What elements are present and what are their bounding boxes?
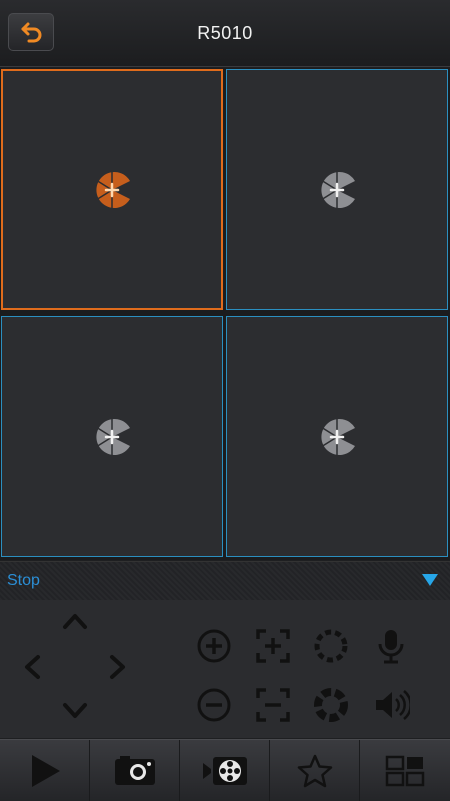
video-slot-2[interactable] xyxy=(226,69,448,310)
bottom-toolbar xyxy=(0,739,450,801)
play-button[interactable] xyxy=(0,740,90,801)
focus-near-icon[interactable] xyxy=(254,627,292,665)
video-grid xyxy=(0,68,450,560)
control-panel xyxy=(0,600,450,738)
video-slot-3[interactable] xyxy=(1,316,223,557)
video-slot-1[interactable] xyxy=(1,69,223,310)
status-text: Stop xyxy=(7,572,40,589)
add-camera-icon[interactable] xyxy=(92,170,132,210)
status-bar: Stop xyxy=(0,561,450,600)
snapshot-button[interactable] xyxy=(90,740,180,801)
microphone-icon[interactable] xyxy=(372,627,410,665)
page-title: R5010 xyxy=(197,23,253,43)
ptz-right-icon[interactable] xyxy=(107,654,129,680)
iris-open-icon[interactable] xyxy=(312,627,350,665)
layout-icon xyxy=(385,755,425,786)
expand-arrow-icon[interactable] xyxy=(422,574,438,586)
record-button[interactable] xyxy=(180,740,270,801)
play-icon xyxy=(31,754,60,787)
add-camera-icon[interactable] xyxy=(317,170,357,210)
layout-button[interactable] xyxy=(360,740,450,801)
record-icon xyxy=(202,756,247,785)
iris-close-icon[interactable] xyxy=(312,686,350,724)
favorite-star-icon xyxy=(297,754,332,787)
add-camera-icon[interactable] xyxy=(92,417,132,457)
zoom-out-icon[interactable] xyxy=(195,686,233,724)
snapshot-icon xyxy=(114,755,155,785)
focus-far-icon[interactable] xyxy=(254,686,292,724)
ptz-down-icon[interactable] xyxy=(62,700,88,722)
ptz-up-icon[interactable] xyxy=(62,610,88,632)
favorite-button[interactable] xyxy=(270,740,360,801)
title-bar: R5010 xyxy=(0,0,450,67)
video-slot-4[interactable] xyxy=(226,316,448,557)
speaker-icon[interactable] xyxy=(372,686,410,724)
add-camera-icon[interactable] xyxy=(317,417,357,457)
ptz-left-icon[interactable] xyxy=(21,654,43,680)
zoom-in-icon[interactable] xyxy=(195,627,233,665)
